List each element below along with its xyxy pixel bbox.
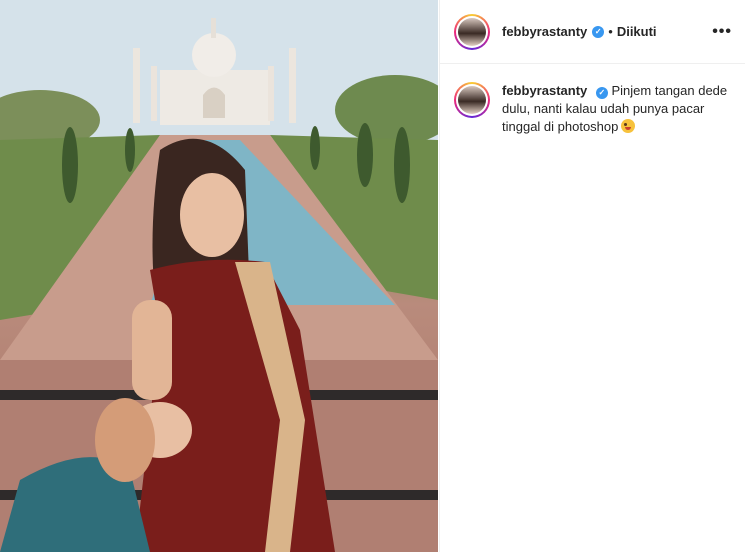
post-detail-panel: febbyrastanty ✓ • Diikuti ••• febbyrasta… bbox=[439, 0, 745, 552]
username-link[interactable]: febbyrastanty bbox=[502, 24, 587, 39]
caption-body: febbyrastanty ✓ Pinjem tangan dede dulu,… bbox=[502, 82, 732, 136]
separator-dot: • bbox=[608, 24, 613, 39]
caption-comment: febbyrastanty ✓ Pinjem tangan dede dulu,… bbox=[440, 64, 745, 136]
more-options-icon[interactable]: ••• bbox=[712, 23, 732, 41]
avatar[interactable] bbox=[454, 13, 490, 50]
verified-badge-icon: ✓ bbox=[592, 25, 605, 38]
post-header: febbyrastanty ✓ • Diikuti ••• bbox=[440, 0, 745, 64]
caption-verified-badge-icon: ✓ bbox=[595, 87, 608, 99]
caption-avatar-image bbox=[458, 86, 486, 114]
avatar-image bbox=[458, 17, 486, 46]
post-photo[interactable] bbox=[0, 0, 438, 552]
follow-status-button[interactable]: Diikuti bbox=[617, 24, 657, 39]
caption-avatar[interactable] bbox=[454, 82, 490, 118]
post-photo-illustration bbox=[0, 0, 438, 552]
winking-face-emoji-icon bbox=[621, 119, 636, 133]
caption-username-link[interactable]: febbyrastanty bbox=[502, 83, 587, 98]
